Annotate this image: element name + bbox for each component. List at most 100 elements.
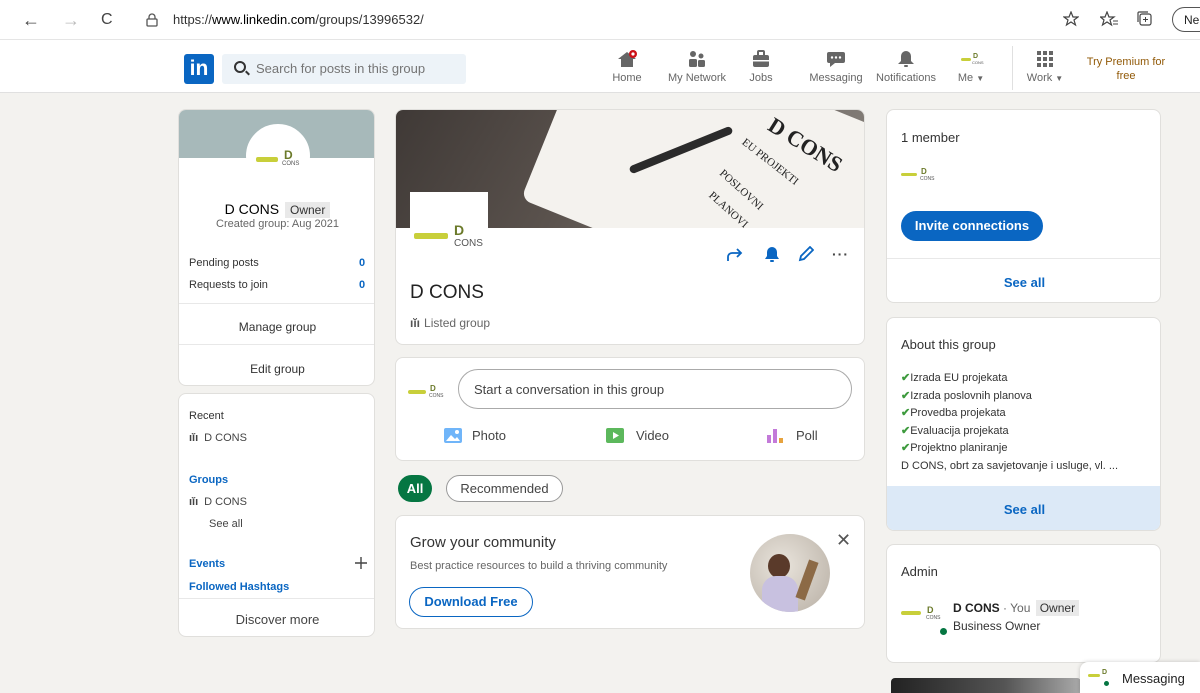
group-name[interactable]: D CONS	[225, 201, 279, 217]
share-icon[interactable]	[726, 248, 744, 262]
collections-icon[interactable]	[1137, 11, 1153, 27]
recent-label: Recent	[189, 410, 224, 422]
briefcase-icon	[753, 50, 769, 67]
bell-icon[interactable]	[764, 246, 780, 263]
close-icon[interactable]: ✕	[836, 530, 851, 551]
admin-avatar[interactable]: D CONS	[901, 605, 949, 636]
groups-item[interactable]: ıĭı D CONS	[189, 496, 247, 508]
group-icon: ıĭı	[189, 496, 199, 508]
filter-all[interactable]: All	[398, 475, 432, 502]
group-header-card: D CONS EU PROJEKTI POSLOVNI PLANOVI D CO…	[395, 109, 865, 345]
search-icon	[234, 61, 246, 73]
divider	[179, 303, 374, 304]
nav-work[interactable]: Work ▼	[1026, 50, 1064, 84]
pencil-icon[interactable]	[798, 246, 814, 262]
admin-title: Admin	[901, 564, 938, 579]
home-icon	[618, 50, 637, 67]
community-photo	[750, 534, 830, 612]
manage-group-button[interactable]: Manage group	[179, 320, 374, 334]
ad-image	[891, 678, 1081, 693]
reload-button[interactable]: C	[101, 10, 113, 30]
groups-link[interactable]: Groups	[189, 474, 228, 486]
recent-groups-card: Recent ıĭı D CONS Groups ıĭı D CONS See al…	[178, 393, 375, 637]
grow-title: Grow your community	[410, 534, 556, 551]
group-search[interactable]	[222, 54, 466, 84]
group-name-row: D CONS Owner	[179, 201, 374, 218]
about-see-all-row[interactable]: See all	[887, 486, 1160, 530]
add-event-icon[interactable]	[355, 557, 367, 569]
group-logo: D CONS	[410, 192, 488, 256]
forward-button[interactable]: →	[62, 10, 80, 30]
check-icon: ✔	[901, 407, 911, 419]
pending-posts-count[interactable]: 0	[359, 257, 365, 269]
online-status-icon	[939, 627, 948, 636]
member-avatar[interactable]: D CONS	[901, 166, 941, 186]
group-logo: D CONS	[246, 124, 310, 188]
chevron-down-icon: ▼	[976, 74, 985, 83]
group-icon: ıĭı	[410, 316, 421, 330]
photo-button[interactable]: Photo	[444, 428, 506, 443]
pending-posts-label[interactable]: Pending posts	[189, 257, 259, 269]
member-count: 1 member	[901, 130, 960, 145]
owner-badge: Owner	[285, 202, 331, 218]
favorites-icon[interactable]	[1100, 11, 1118, 27]
divider	[179, 344, 374, 345]
check-icon: ✔	[901, 442, 911, 454]
divider	[179, 598, 374, 599]
about-item: ✔Projektno planiranje	[901, 442, 1008, 454]
nav-divider	[1012, 46, 1013, 90]
linkedin-logo[interactable]: in	[184, 54, 214, 84]
back-button[interactable]: ←	[22, 10, 40, 30]
online-status-icon	[1103, 680, 1110, 687]
admin-you-label: · You	[999, 601, 1031, 615]
followed-hashtags-link[interactable]: Followed Hashtags	[189, 581, 289, 593]
avatar: D CONS	[408, 382, 448, 402]
about-see-all-link[interactable]: See all	[887, 502, 1160, 517]
owner-badge: Owner	[1035, 600, 1080, 616]
listed-group-label: ıĭı Listed group	[410, 316, 491, 330]
see-all-members-link[interactable]: See all	[887, 275, 1160, 290]
banner-paper	[520, 110, 864, 228]
nav-messaging[interactable]: Messaging	[808, 50, 864, 84]
about-title: About this group	[901, 337, 996, 352]
nav-my-network[interactable]: My Network	[666, 50, 728, 84]
video-button[interactable]: Video	[606, 428, 669, 443]
filter-recommended[interactable]: Recommended	[446, 475, 563, 502]
admin-name[interactable]: D CONS	[953, 601, 1000, 615]
poll-icon	[767, 429, 783, 443]
about-item: ✔Evaluacija projekata	[901, 424, 1009, 437]
nav-me[interactable]: D CONS Me ▼	[956, 50, 986, 84]
avatar: D CONS	[959, 50, 984, 68]
recent-item[interactable]: ıĭı D CONS	[189, 432, 247, 444]
try-premium-link[interactable]: Try Premium for free	[1084, 55, 1168, 83]
nav-home[interactable]: Home	[610, 50, 644, 84]
requests-to-join-count[interactable]: 0	[359, 279, 365, 291]
poll-button[interactable]: Poll	[766, 428, 818, 443]
nav-jobs[interactable]: Jobs	[748, 50, 774, 84]
favorites-add-icon[interactable]	[1063, 11, 1079, 27]
see-all-groups-link[interactable]: See all	[209, 518, 243, 530]
linkedin-navbar: in Home My Network Jobs Messaging Notifi…	[0, 40, 1200, 93]
search-input[interactable]	[256, 61, 456, 76]
url-text: https://www.linkedin.com/groups/13996532…	[173, 12, 424, 27]
lock-icon	[146, 13, 158, 27]
messaging-tab[interactable]: D Messaging	[1080, 662, 1200, 693]
invite-connections-button[interactable]: Invite connections	[901, 211, 1043, 241]
video-icon	[606, 428, 624, 443]
about-list: ✔Izrada EU projekata ✔Izrada poslovnih p…	[901, 370, 1118, 475]
messaging-tab-label: Messaging	[1122, 671, 1185, 686]
about-item: ✔Izrada poslovnih planova	[901, 389, 1032, 402]
group-profile-card: D CONS D CONS Owner Created group: Aug 2…	[178, 109, 375, 386]
more-options-icon[interactable]: ···	[832, 246, 849, 262]
profile-button[interactable]: Ne	[1172, 7, 1200, 32]
events-link[interactable]: Events	[189, 558, 225, 570]
admin-name-row: D CONS · You Owner	[953, 600, 1080, 616]
nav-notifications[interactable]: Notifications	[874, 50, 938, 84]
admin-role: Business Owner	[953, 619, 1041, 633]
discover-more-button[interactable]: Discover more	[179, 612, 374, 627]
edit-group-button[interactable]: Edit group	[179, 362, 374, 376]
download-free-button[interactable]: Download Free	[409, 587, 533, 617]
start-conversation-input[interactable]: Start a conversation in this group	[458, 369, 852, 409]
address-bar[interactable]: https://www.linkedin.com/groups/13996532…	[138, 9, 1198, 31]
requests-to-join-label[interactable]: Requests to join	[189, 279, 268, 291]
